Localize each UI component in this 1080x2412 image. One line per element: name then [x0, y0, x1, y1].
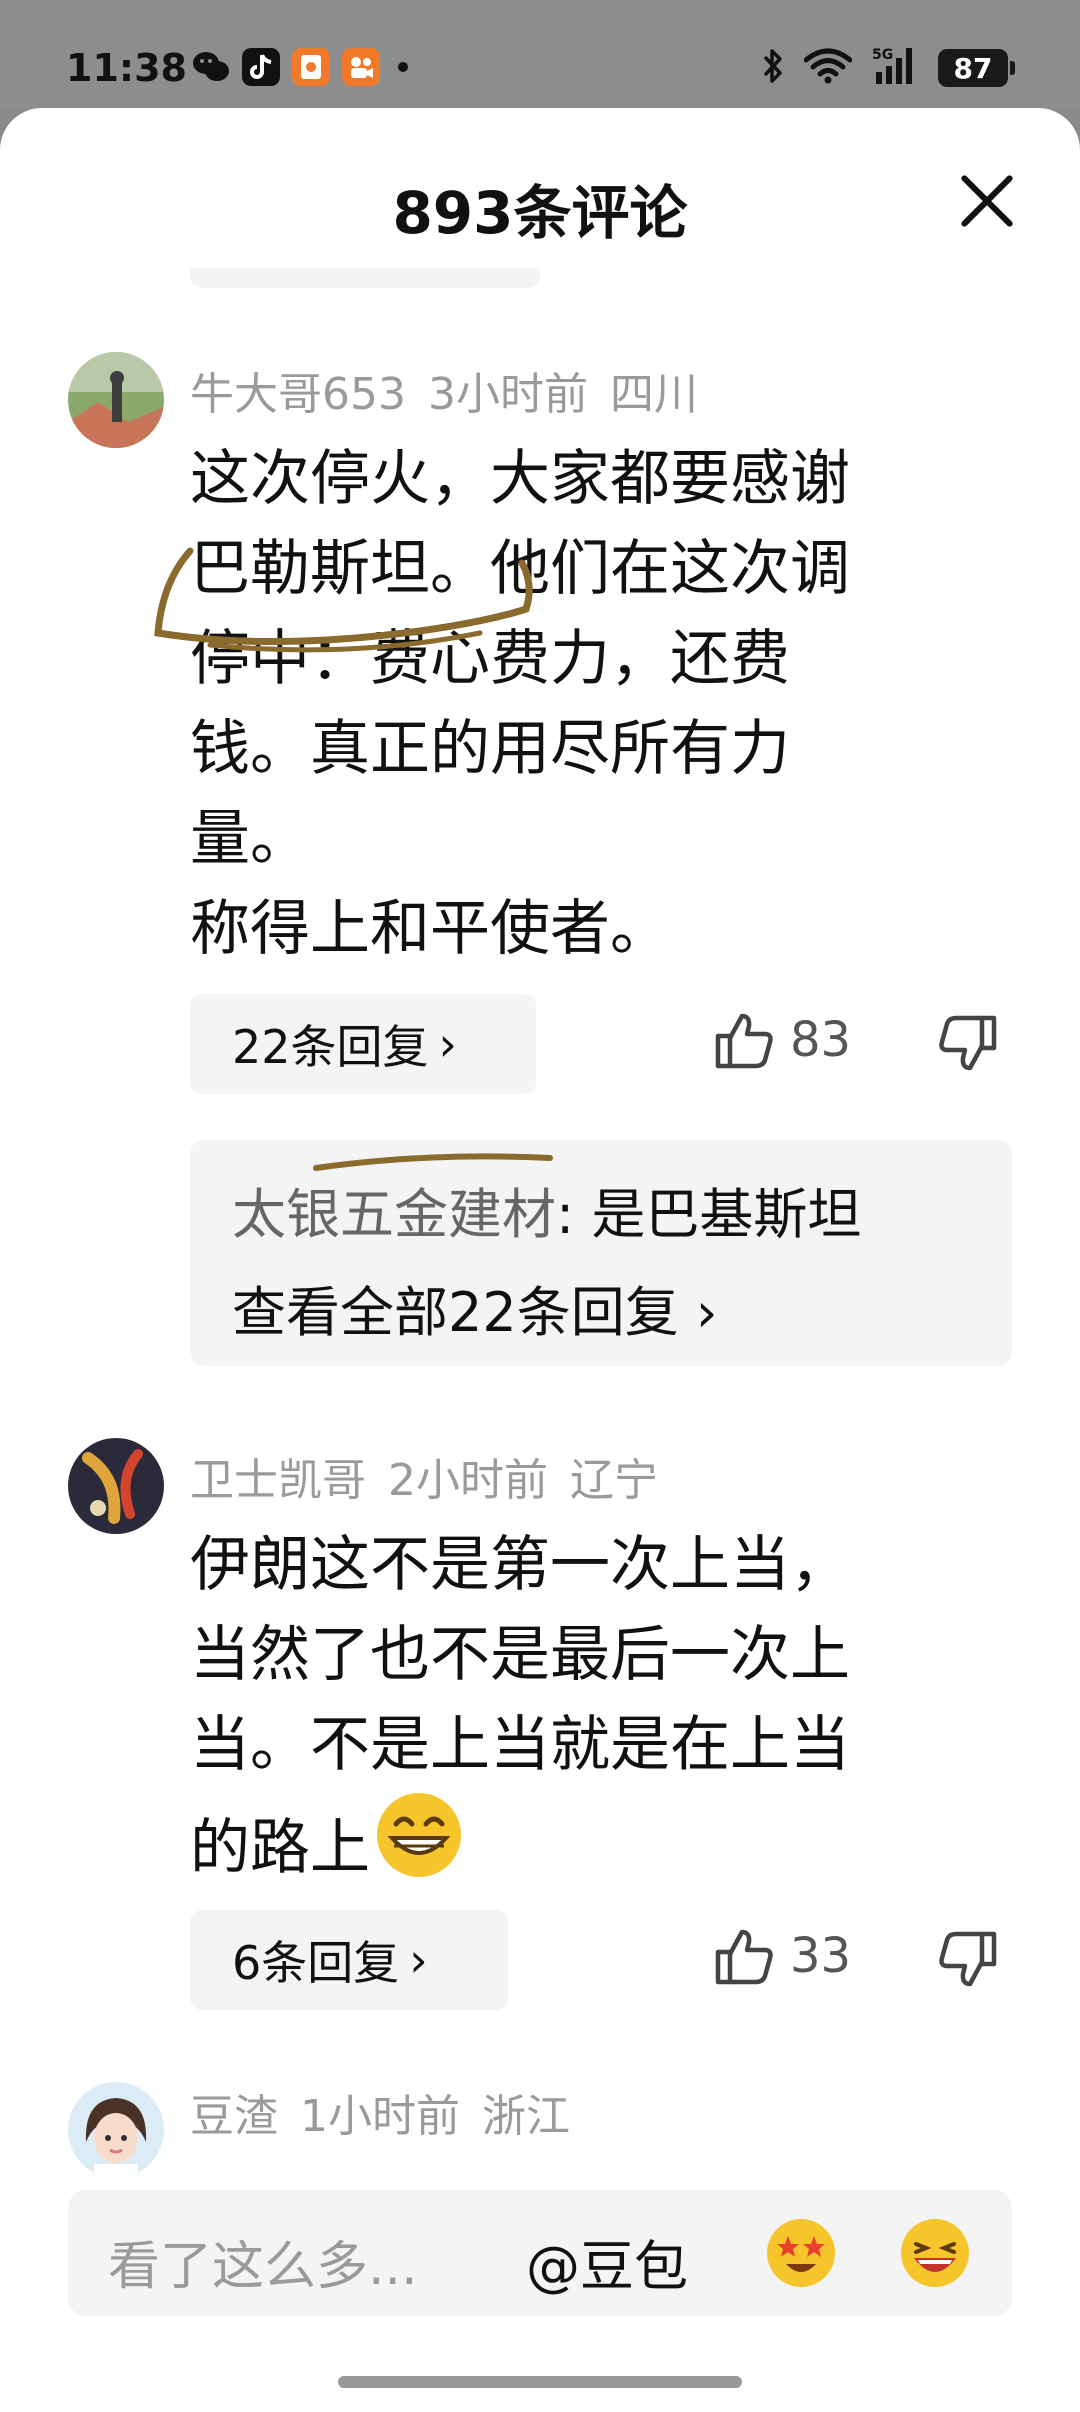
grinning-emoji-icon — [374, 1790, 464, 1905]
view-all-label: 查看全部22条回复 — [232, 1281, 679, 1344]
reply-preview[interactable]: 太银五金建材: 是巴基斯坦 查看全部22条回复 › — [190, 1140, 1012, 1366]
comment-time: 1小时前 — [300, 2091, 460, 2142]
comment-line: 量。 — [190, 804, 310, 874]
chevron-right-icon: › — [438, 1017, 457, 1071]
comment-meta: 卫士凯哥 2小时前 辽宁 — [190, 1444, 680, 1508]
chevron-right-icon: › — [678, 1281, 718, 1344]
replies-label: 22条回复 — [232, 1020, 429, 1074]
status-app-icons — [192, 48, 408, 86]
comment-line: 当然了也不是最后一次上 — [190, 1620, 850, 1690]
close-button[interactable] — [956, 170, 1018, 232]
comment-meta: 豆渣 1小时前 浙江 — [190, 2080, 592, 2144]
comment-line-text: 的路上 — [190, 1813, 370, 1883]
dislike-button[interactable] — [936, 1928, 1000, 1996]
comments-sheet: 893条评论 牛大哥653 3小时前 四川 这次停火，大家都要感谢 巴勒斯坦。他们在… — [0, 108, 1080, 2412]
signal-5g-icon: 5G — [872, 46, 918, 90]
dislike-button[interactable] — [936, 1012, 1000, 1080]
comment-line: 称得上和平使者。 — [190, 894, 670, 964]
comment-meta: 牛大哥653 3小时前 四川 — [190, 358, 720, 422]
view-all-replies-link[interactable]: 查看全部22条回复 › — [232, 1268, 717, 1347]
thumbs-down-icon — [939, 1931, 997, 1987]
comment-line: 停中：费心费力，还费 — [190, 624, 790, 694]
comment-location: 浙江 — [482, 2091, 570, 2142]
username[interactable]: 牛大哥653 — [190, 369, 406, 420]
comment-line: 钱。真正的用尽所有力 — [190, 714, 790, 784]
comment-line: 巴勒斯坦。他们在这次调 — [190, 534, 850, 604]
laughing-emoji-button[interactable] — [898, 2216, 972, 2290]
avatar[interactable] — [68, 2082, 164, 2178]
chevron-right-icon: › — [409, 1933, 428, 1987]
like-button[interactable]: 33 — [712, 1924, 851, 1988]
comment-body: 这次停火，大家都要感谢 巴勒斯坦。他们在这次调 停中：费心费力，还费 钱。真正的… — [190, 434, 990, 974]
kuaishou-icon — [342, 48, 380, 86]
username[interactable]: 卫士凯哥 — [190, 1455, 366, 1506]
reply-author[interactable]: 太银五金建材 — [232, 1183, 556, 1246]
notification-dot-icon — [398, 62, 408, 72]
previous-item-edge — [190, 268, 540, 288]
wifi-icon — [803, 48, 853, 88]
reply-text: : 是巴基斯坦 — [556, 1183, 862, 1246]
thumbs-up-icon — [715, 1929, 773, 1985]
comment-time: 2小时前 — [388, 1455, 548, 1506]
like-count: 83 — [790, 1012, 852, 1068]
status-bar: 11:38 5G 87 — [0, 0, 1080, 110]
like-button[interactable]: 83 — [712, 1008, 851, 1072]
reply-preview-line: 太银五金建材: 是巴基斯坦 — [232, 1170, 861, 1249]
thumbs-down-icon — [939, 1015, 997, 1071]
replies-label: 6条回复 — [232, 1936, 400, 1990]
comment-input-placeholder: 看了这么多... — [108, 2237, 418, 2297]
username[interactable]: 豆渣 — [190, 2091, 278, 2142]
comment-line: 的路上 — [190, 1790, 990, 1905]
comment-line: 这次停火，大家都要感谢 — [190, 444, 850, 514]
thumbs-up-icon — [715, 1013, 773, 1069]
comment-location: 辽宁 — [570, 1455, 658, 1506]
replies-button[interactable]: 22条回复 › — [190, 994, 536, 1094]
comment-location: 四川 — [609, 369, 698, 420]
comment-body: 伊朗这不是第一次上当， 当然了也不是最后一次上 当。不是上当就是在上当 的路上 — [190, 1520, 990, 1905]
red-packet-icon — [292, 48, 330, 86]
like-count: 33 — [790, 1928, 852, 1984]
home-indicator[interactable] — [338, 2376, 742, 2388]
comment-line: 伊朗这不是第一次上当， — [190, 1530, 850, 1600]
bluetooth-icon — [762, 47, 784, 89]
tiktok-icon — [242, 48, 280, 86]
mention-doubao-button[interactable]: @豆包 — [526, 2222, 688, 2301]
comment-time: 3小时前 — [427, 369, 588, 420]
comment-line: 当。不是上当就是在上当 — [190, 1710, 850, 1780]
wechat-icon — [192, 48, 230, 86]
replies-button[interactable]: 6条回复 › — [190, 1910, 508, 2010]
star-eyes-emoji-button[interactable] — [764, 2216, 838, 2290]
status-time: 11:38 — [66, 46, 187, 90]
svg-text:5G: 5G — [872, 47, 893, 63]
comments-count-title: 893条评论 — [392, 179, 688, 247]
status-system-icons: 5G 87 — [762, 46, 1015, 90]
avatar[interactable] — [68, 352, 164, 448]
comment-input[interactable]: 看了这么多... @豆包 — [68, 2190, 1012, 2316]
battery-indicator: 87 — [938, 49, 1015, 87]
avatar[interactable] — [68, 1438, 164, 1534]
